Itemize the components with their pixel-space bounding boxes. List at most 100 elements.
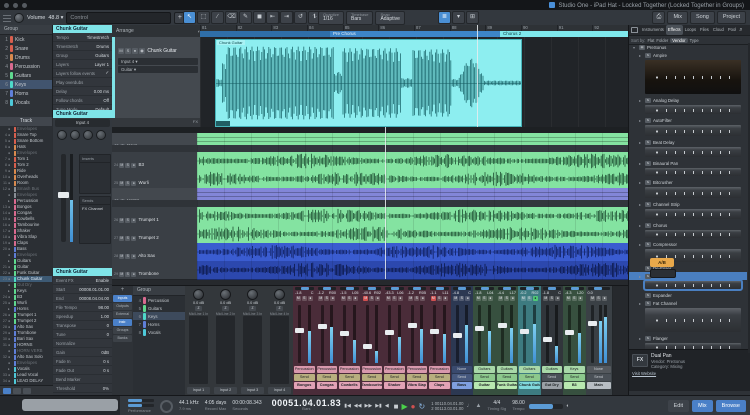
track-list-view-icon[interactable] (3, 388, 11, 394)
metronome-icon-0[interactable]: ♩ (467, 403, 473, 409)
solo-button[interactable]: S (125, 181, 131, 186)
channel-strip-gut-dry[interactable]: -1.8 C M S ● Guitars Send Gut Dry (540, 286, 564, 396)
monitor-button[interactable]: ● (602, 296, 607, 301)
browser-tab-effects[interactable]: Effects (665, 25, 683, 35)
loop-button[interactable]: ↻ (419, 402, 426, 411)
mode-button-edit[interactable]: Edit (667, 400, 690, 412)
tempo-display[interactable]: 98.00 Tempo (512, 400, 525, 412)
layout-icon-0[interactable]: ≣ (438, 11, 451, 24)
mixer-group-keys[interactable]: 6 Keys (133, 312, 185, 320)
strip-name-label[interactable]: Vibra Slap (406, 382, 427, 389)
strip-name-label[interactable]: Claps (429, 382, 450, 389)
timebase-selector[interactable]: Timebase Bars (346, 10, 374, 25)
search-icon[interactable]: ⌕ (739, 27, 742, 34)
solo-button[interactable]: S (125, 272, 131, 277)
input-name[interactable]: Input 1 (187, 387, 210, 394)
plugin-de-esser[interactable]: fx De-Esser (629, 264, 747, 272)
plugin-bitcrusher[interactable]: ▸ fx Bitcrusher (629, 178, 747, 186)
solo-button[interactable]: S (504, 296, 510, 301)
plugin-flanger[interactable]: ▸ fx Flanger (629, 334, 747, 342)
strip-send-label[interactable]: Send (339, 374, 360, 381)
macro-knob-icon[interactable] (14, 12, 24, 23)
fader-handle[interactable] (340, 331, 349, 336)
channel-knob-0[interactable] (57, 130, 67, 140)
pan-control[interactable] (475, 287, 494, 290)
strip-send-label[interactable]: Send (541, 374, 562, 381)
monitor-button[interactable]: ● (510, 296, 516, 301)
inspector-row-fade-in[interactable]: Fade In 0 s (53, 357, 112, 366)
channel-knob-3[interactable] (96, 130, 106, 140)
inspector-row-end[interactable]: End 00008.04.04.00 (53, 294, 112, 303)
input-phantom-button[interactable]: Z (249, 306, 256, 311)
channel-strip-shaker[interactable]: -43.3 L06 M S ● Percussion Send Shaker (383, 286, 407, 396)
console-add-icon[interactable]: + (112, 286, 133, 294)
strip-send-label[interactable]: Send (564, 374, 585, 381)
window-button-song[interactable]: Song (690, 11, 715, 24)
solo-button[interactable]: S (125, 254, 131, 259)
solo-button[interactable]: S (125, 218, 131, 223)
split-tool[interactable]: ∕ (211, 11, 224, 24)
mute-button[interactable]: M (318, 296, 324, 301)
snap-selector[interactable]: Snap Adaptive (375, 10, 405, 25)
pan-control[interactable] (452, 287, 471, 290)
console-tab-groups[interactable]: Groups (113, 327, 132, 334)
tempo-slider[interactable] (528, 403, 563, 409)
fader-handle[interactable] (362, 344, 372, 349)
channel-strip-main[interactable]: 0.0 M S ● None Send Main (585, 286, 613, 396)
audio-event-chunk-guitar[interactable]: Chunk Guitar (215, 39, 522, 127)
browser-tab-loops[interactable]: Loops (683, 25, 698, 35)
inspector-row-start[interactable]: Start 00008.01.01.00 (53, 285, 112, 294)
channel-strip-bass[interactable]: -4.8 C M S ● None Send Bass (450, 286, 474, 396)
strip-name-label[interactable]: Cowbells (339, 382, 360, 389)
window-button-mix[interactable]: Mix (667, 11, 689, 24)
inspector-row-tempo[interactable]: Tempo Timestretch (53, 33, 112, 42)
pan-control[interactable] (295, 287, 314, 290)
fader-handle[interactable] (520, 329, 529, 334)
mute-button[interactable]: M (408, 296, 414, 301)
mixfx-slot[interactable] (650, 269, 676, 278)
arrange-lane-3[interactable] (197, 170, 628, 189)
layout-icon-2[interactable]: ⊞ (466, 11, 479, 24)
plugin-thumbnail-binaural-pan[interactable] (645, 168, 741, 176)
arrange-track-trombone-9[interactable]: 29 MS● TromboneInput 27 ▾ (112, 261, 197, 280)
channel-strip-guitar[interactable]: -1.8 L04 M S ● Guitars Send Guitar (473, 286, 497, 396)
console-tab-inputs[interactable]: Inputs (113, 295, 132, 302)
console-tab-outputs[interactable]: Outputs (113, 303, 132, 310)
drag-handle-icon[interactable] (3, 13, 11, 22)
channel-strip-tambourine[interactable]: -40.6 R02 M S ● Percussion Send Tambourine (360, 286, 384, 396)
monitor-button[interactable]: ● (352, 296, 358, 301)
edit-track-input[interactable]: Input 4 ▾ (118, 58, 198, 65)
strip-send-label[interactable]: Send (429, 374, 450, 381)
solo-button[interactable]: S (459, 296, 465, 301)
channel-strip-vibra-slap[interactable]: -1.2 R05 M S ● Percussion Send Vibra Slap (405, 286, 429, 396)
inspector-row-event-fx[interactable]: Event FX Enable (53, 276, 112, 285)
solo-button[interactable]: S (596, 296, 601, 301)
eraser-tool[interactable]: ⌫ (225, 11, 238, 24)
plugin-thumbnail-autofilter[interactable] (645, 125, 741, 136)
solo-button[interactable]: S (369, 296, 375, 301)
solo-button[interactable]: S (125, 236, 131, 241)
mute-button[interactable]: M (119, 236, 125, 241)
sort-option-flat[interactable]: Flat (647, 38, 654, 43)
solo-button[interactable]: S (549, 296, 555, 301)
strip-group-label[interactable]: Guitars (519, 366, 540, 373)
input-name[interactable]: Input 2 (214, 387, 237, 394)
plugin-thumbnail-channel-strip[interactable] (645, 209, 741, 219)
channel-strip-b3[interactable]: -4.3 L20 M S ● Keys Send B3 (563, 286, 587, 396)
group-row-kick[interactable]: 1 Kick (0, 35, 52, 44)
mute-button[interactable]: M (118, 48, 124, 54)
play-button[interactable]: ▶ (402, 402, 408, 411)
monitor-button[interactable]: ● (577, 296, 583, 301)
strip-name-label[interactable]: Bongos (294, 382, 315, 389)
inspector-row-transpose[interactable]: Transpose 0 (53, 321, 112, 330)
plugin-autofilter[interactable]: ▸ fx AutoFilter (629, 116, 747, 124)
mixer-group-percussion[interactable]: 4 Percussion (133, 296, 185, 304)
channel-knob-1[interactable] (70, 130, 80, 140)
inspector-row-layers[interactable]: Layers Layer 1 (53, 60, 112, 69)
strip-name-label[interactable]: Tambourine (361, 382, 382, 389)
sort-option-vendor[interactable]: Vendor (670, 37, 688, 43)
record-arm-button[interactable]: ● (131, 218, 137, 223)
monitor-button[interactable]: ● (465, 296, 471, 301)
browser-tab-files[interactable]: Files (698, 25, 711, 35)
record-arm-button[interactable]: ● (131, 163, 137, 168)
